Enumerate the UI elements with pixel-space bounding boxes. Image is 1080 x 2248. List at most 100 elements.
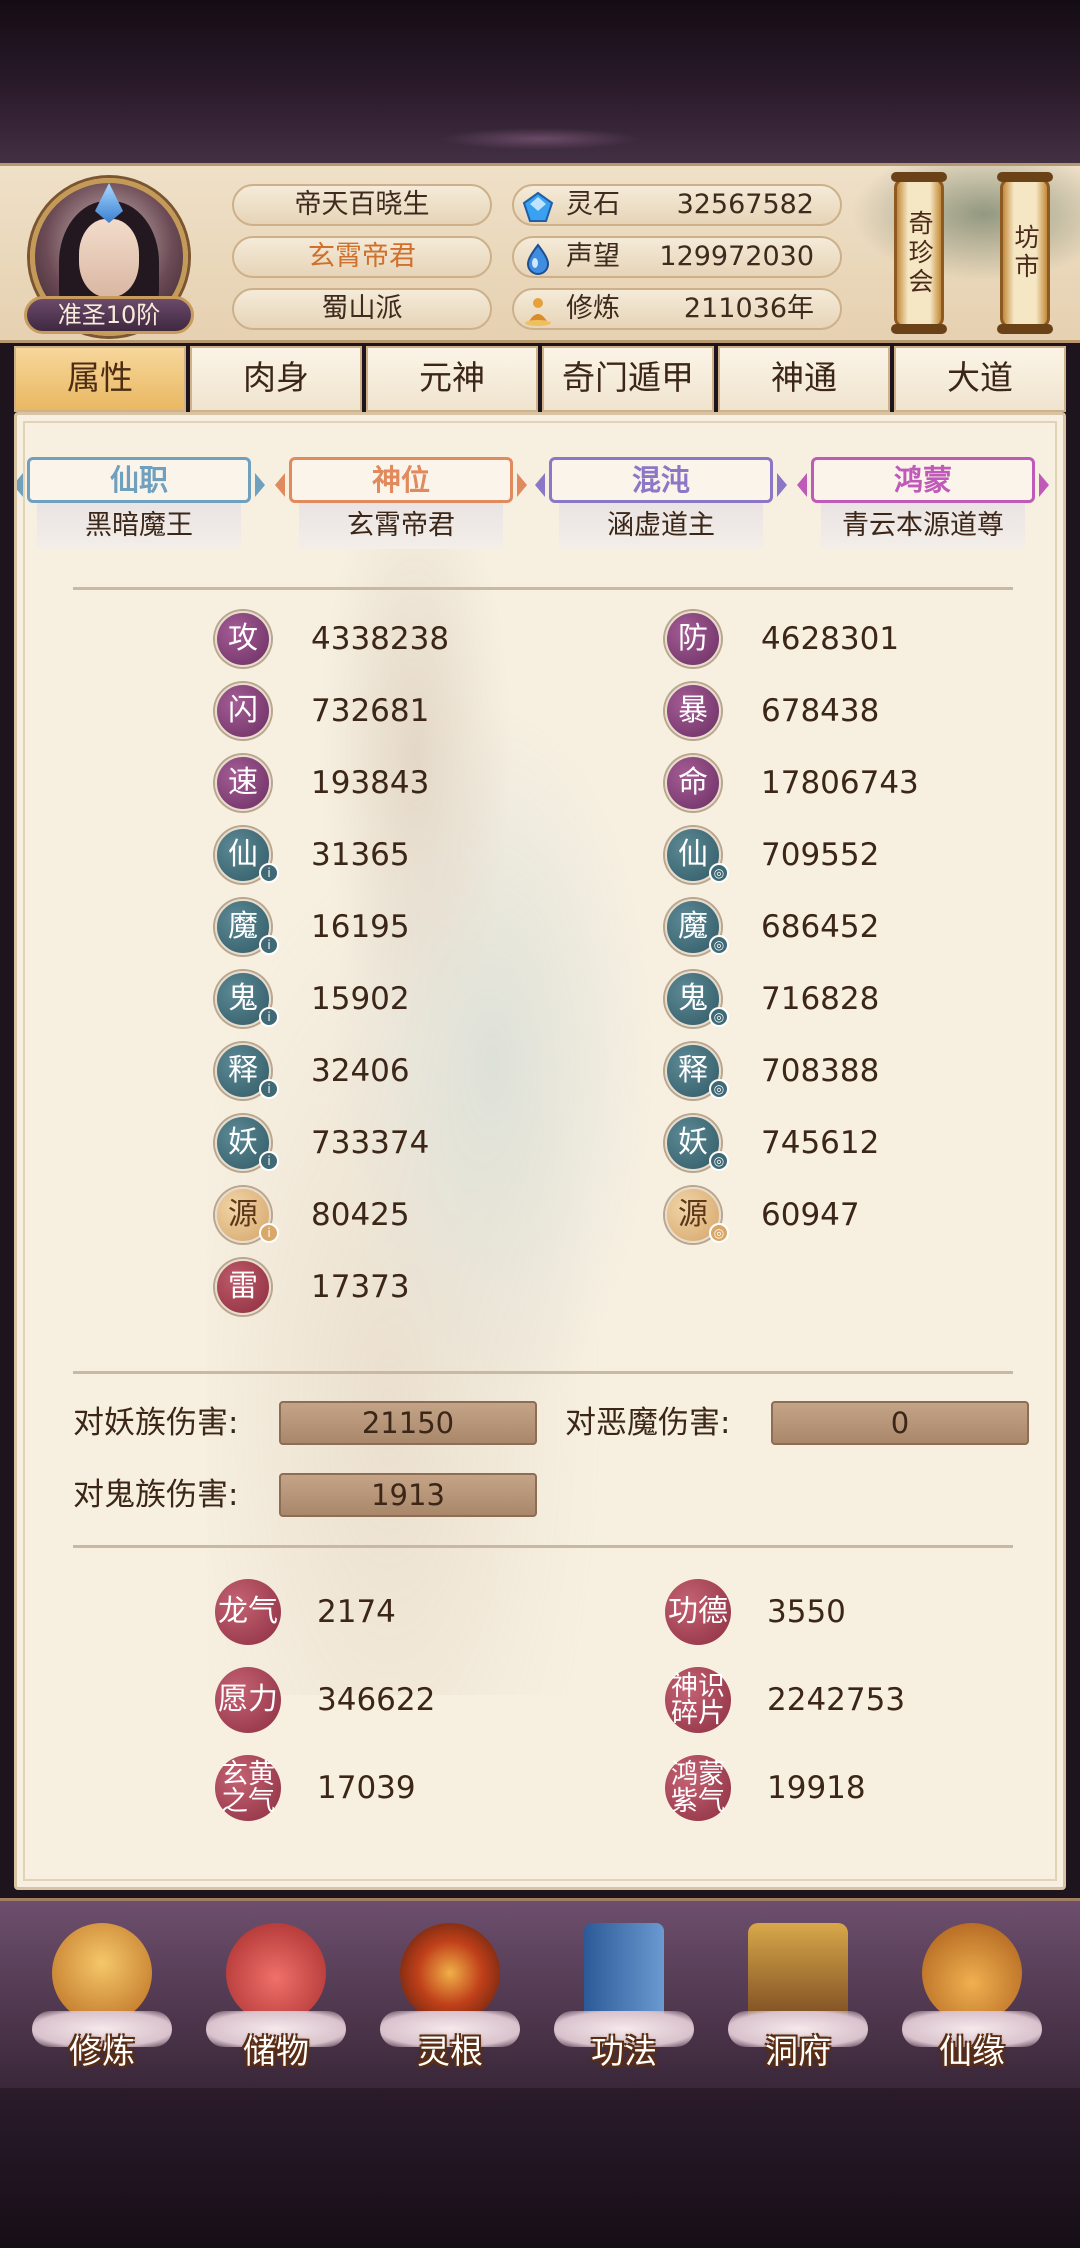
title-card-immortal-post[interactable]: 仙职 黑暗魔王 xyxy=(17,457,265,555)
tab-great-dao[interactable]: 大道 xyxy=(894,346,1066,412)
spirit-stone-value: 32567582 xyxy=(676,189,814,220)
hongmeng-value: 19918 xyxy=(767,1770,866,1806)
resource-reputation[interactable]: 声望 129972030 xyxy=(512,236,842,278)
player-sect[interactable]: 蜀山派 xyxy=(232,288,492,330)
vow-power-value: 346622 xyxy=(317,1682,436,1718)
title-card-name: 玄霄帝君 xyxy=(299,503,503,549)
title-card-hongmeng[interactable]: 鸿蒙 青云本源道尊 xyxy=(797,457,1049,555)
defense-sub-icon: ◎ xyxy=(709,863,729,883)
cultivate-icon xyxy=(52,1923,152,2023)
tab-primordial-spirit[interactable]: 元神 xyxy=(366,346,538,412)
bottom-decor-band xyxy=(0,2088,1080,2248)
stat-value: 709552 xyxy=(761,837,880,873)
title-card-head: 神位 xyxy=(289,457,513,503)
stat-ghost-defense[interactable]: 鬼 ◎ 716828 xyxy=(665,971,985,1027)
nav-storage[interactable]: 储物 xyxy=(196,1915,356,2085)
dragon-qi-value: 2174 xyxy=(317,1594,396,1630)
stat-origin-defense[interactable]: 源 ◎ 60947 xyxy=(665,1187,985,1243)
market-button[interactable]: 坊市 xyxy=(997,172,1053,334)
title-card-chaos[interactable]: 混沌 涵虚道主 xyxy=(535,457,787,555)
attack-sub-icon: i xyxy=(259,1151,279,1171)
defense-sub-icon: ◎ xyxy=(709,1079,729,1099)
nav-label: 修炼 xyxy=(69,2032,135,2071)
ornament-top xyxy=(440,128,640,150)
attributes-panel: 仙职 黑暗魔王 神位 玄霄帝君 混沌 涵虚道主 鸿蒙 青云本源道尊 攻 4338… xyxy=(14,412,1066,1890)
resource-spirit-stone[interactable]: 灵石 32567582 xyxy=(512,184,842,226)
title-card-head: 仙职 xyxy=(27,457,251,503)
title-card-name: 黑暗魔王 xyxy=(37,503,241,549)
reputation-value: 129972030 xyxy=(659,241,814,272)
divider xyxy=(73,587,1013,590)
attack-badge-icon: 攻 xyxy=(215,611,271,667)
player-title[interactable]: 玄霄帝君 xyxy=(232,236,492,278)
dodge-badge-icon: 闪 xyxy=(215,683,271,739)
stat-defense[interactable]: 防 4628301 xyxy=(665,611,985,667)
cultivation-label: 修炼 xyxy=(566,293,620,324)
stat-speed[interactable]: 速 193843 xyxy=(215,755,535,811)
stat-demon-attack[interactable]: 魔 i 16195 xyxy=(215,899,535,955)
attack-sub-icon: i xyxy=(259,1079,279,1099)
nav-label: 功法 xyxy=(591,2032,657,2071)
stat-value: 745612 xyxy=(761,1125,880,1161)
attack-sub-icon: i xyxy=(259,863,279,883)
speed-badge-icon: 速 xyxy=(215,755,271,811)
stat-thunder[interactable]: 雷 17373 xyxy=(215,1259,535,1315)
stat-attack[interactable]: 攻 4338238 xyxy=(215,611,535,667)
stat-demon-defense[interactable]: 魔 ◎ 686452 xyxy=(665,899,985,955)
stat-dodge[interactable]: 闪 732681 xyxy=(215,683,535,739)
attack-sub-icon: i xyxy=(259,1223,279,1243)
cultivation-value: 211036年 xyxy=(683,293,814,324)
nav-technique[interactable]: 功法 xyxy=(544,1915,704,2085)
attack-sub-icon: i xyxy=(259,1007,279,1027)
tab-supernatural-powers[interactable]: 神通 xyxy=(718,346,890,412)
stat-value: 686452 xyxy=(761,909,880,945)
defense-badge-icon: 防 xyxy=(665,611,721,667)
defense-sub-icon: ◎ xyxy=(709,935,729,955)
stat-origin-attack[interactable]: 源 i 80425 xyxy=(215,1187,535,1243)
stat-crit[interactable]: 暴 678438 xyxy=(665,683,985,739)
stat-hp[interactable]: 命 17806743 xyxy=(665,755,985,811)
divine-sense-badge: 神识碎片 xyxy=(665,1667,731,1733)
divine-sense-value: 2242753 xyxy=(767,1682,906,1718)
stat-value: 16195 xyxy=(311,909,410,945)
dragon-qi-badge: 龙气 xyxy=(215,1579,281,1645)
divider xyxy=(73,1545,1013,1548)
stat-ghost-attack[interactable]: 鬼 i 15902 xyxy=(215,971,535,1027)
divider xyxy=(73,1371,1013,1374)
stat-value: 17806743 xyxy=(761,765,919,801)
vs-ghost-value: 1913 xyxy=(279,1473,537,1517)
tab-physique[interactable]: 肉身 xyxy=(190,346,362,412)
spirit-stone-label: 灵石 xyxy=(566,189,620,220)
nav-cave-dwelling[interactable]: 洞府 xyxy=(718,1915,878,2085)
stat-value: 733374 xyxy=(311,1125,430,1161)
stat-value: 15902 xyxy=(311,981,410,1017)
resource-cultivation[interactable]: 修炼 211036年 xyxy=(512,288,842,330)
nav-cultivate[interactable]: 修炼 xyxy=(22,1915,182,2085)
stat-immortal-attack[interactable]: 仙 i 31365 xyxy=(215,827,535,883)
attack-sub-icon: i xyxy=(259,935,279,955)
vs-demon-race-label: 对妖族伤害: xyxy=(73,1405,239,1441)
nav-label: 仙缘 xyxy=(939,2032,1005,2071)
tab-qimen-dunjia[interactable]: 奇门遁甲 xyxy=(542,346,714,412)
stat-buddhist-defense[interactable]: 释 ◎ 708388 xyxy=(665,1043,985,1099)
stat-immortal-defense[interactable]: 仙 ◎ 709552 xyxy=(665,827,985,883)
treasure-shop-button[interactable]: 奇珍会 xyxy=(891,172,947,334)
vs-devil-value: 0 xyxy=(771,1401,1029,1445)
hongmeng-badge: 鸿蒙紫气 xyxy=(665,1755,731,1821)
vs-devil-label: 对恶魔伤害: xyxy=(565,1405,731,1441)
tab-attributes[interactable]: 属性 xyxy=(14,346,186,412)
hp-badge-icon: 命 xyxy=(665,755,721,811)
title-card-divine-rank[interactable]: 神位 玄霄帝君 xyxy=(275,457,527,555)
stat-yao-defense[interactable]: 妖 ◎ 745612 xyxy=(665,1115,985,1171)
stat-buddhist-attack[interactable]: 释 i 32406 xyxy=(215,1043,535,1099)
nav-immortal-fate[interactable]: 仙缘 xyxy=(892,1915,1052,2085)
vow-power-badge: 愿力 xyxy=(215,1667,281,1733)
stat-value: 4628301 xyxy=(761,621,900,657)
stat-value: 4338238 xyxy=(311,621,450,657)
nav-spirit-root[interactable]: 灵根 xyxy=(370,1915,530,2085)
stat-yao-attack[interactable]: 妖 i 733374 xyxy=(215,1115,535,1171)
gourd-icon xyxy=(922,1923,1022,2023)
stat-value: 716828 xyxy=(761,981,880,1017)
nav-label: 储物 xyxy=(243,2032,309,2071)
xuanhuang-value: 17039 xyxy=(317,1770,416,1806)
